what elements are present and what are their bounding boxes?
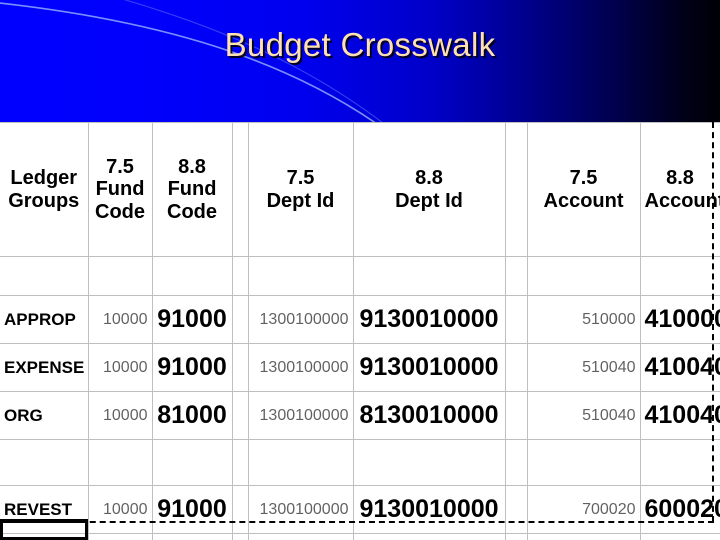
cell-88-fund-code xyxy=(151,256,233,296)
cell-88-dept-id: 9130010000 xyxy=(352,343,506,392)
header-line: Groups xyxy=(8,189,80,212)
cell-88-account xyxy=(639,256,720,296)
page-title: Budget Crosswalk xyxy=(224,26,496,63)
cell-spacer-1 xyxy=(231,343,249,392)
cell-75-fund-code: 10000 xyxy=(87,343,153,392)
header-88-account: 8.8 Account xyxy=(639,122,720,257)
cell-88-account xyxy=(639,439,720,486)
selection-marquee-bottom xyxy=(0,521,714,523)
header-line: Code xyxy=(95,200,145,223)
cell-ledger-group xyxy=(0,256,89,296)
gridline-stub xyxy=(248,523,249,540)
crosswalk-table: Ledger Groups 7.5 Fund Code 8.8 Fund Cod… xyxy=(0,122,720,534)
cell-88-fund-code: 81000 xyxy=(151,391,233,440)
table-row: EXPENSE 10000 91000 1300100000 913001000… xyxy=(0,343,720,392)
cell-spacer-1 xyxy=(231,256,249,296)
cell-75-account xyxy=(526,256,641,296)
cell-88-account: 410040 xyxy=(639,391,720,440)
header-spacer-1 xyxy=(231,122,249,257)
cell-spacer-1 xyxy=(231,295,249,344)
gridline-stub xyxy=(527,523,528,540)
cell-75-fund-code xyxy=(87,256,153,296)
gridline-stub xyxy=(505,523,506,540)
header-line: Account xyxy=(644,189,720,212)
title-banner: Budget Crosswalk xyxy=(0,0,720,122)
cell-88-fund-code: 91000 xyxy=(151,295,233,344)
cell-88-dept-id: 9130010000 xyxy=(352,295,506,344)
cell-spacer-2 xyxy=(504,343,528,392)
below-grid-stubs xyxy=(0,523,720,540)
header-88-fund-code: 8.8 Fund Code xyxy=(151,122,233,257)
crosswalk-table-container: Ledger Groups 7.5 Fund Code 8.8 Fund Cod… xyxy=(0,122,720,534)
header-line: Account xyxy=(543,189,624,212)
selection-marquee-right xyxy=(712,122,714,522)
cell-75-account: 510040 xyxy=(526,343,641,392)
header-88-dept-id: 8.8 Dept Id xyxy=(352,122,506,257)
slide-canvas: Budget Crosswalk Ledger Groups 7.5 Fund … xyxy=(0,0,720,540)
cell-75-account: 510040 xyxy=(526,391,641,440)
header-line: 7.5 xyxy=(569,167,598,190)
cell-75-account: 510000 xyxy=(526,295,641,344)
header-line: 7.5 xyxy=(286,167,315,190)
cell-ledger-group: EXPENSE xyxy=(0,343,89,392)
header-line: 8.8 xyxy=(415,167,443,190)
header-line: Dept Id xyxy=(395,189,463,212)
gridline-stub xyxy=(353,523,354,540)
header-spacer-2 xyxy=(504,122,528,257)
cell-spacer-1 xyxy=(231,439,249,486)
cell-88-dept-id xyxy=(352,439,506,486)
cell-spacer-2 xyxy=(504,256,528,296)
header-75-dept-id: 7.5 Dept Id xyxy=(247,122,354,257)
cell-75-dept-id xyxy=(247,439,354,486)
cell-88-fund-code xyxy=(151,439,233,486)
header-line: 7.5 xyxy=(106,155,134,178)
cell-88-dept-id: 8130010000 xyxy=(352,391,506,440)
active-cell-outline[interactable] xyxy=(0,519,88,540)
cell-88-fund-code: 91000 xyxy=(151,343,233,392)
table-row: ORG 10000 81000 1300100000 8130010000 51… xyxy=(0,391,720,440)
cell-75-dept-id: 1300100000 xyxy=(247,391,354,440)
cell-75-fund-code xyxy=(87,439,153,486)
cell-spacer-2 xyxy=(504,439,528,486)
header-line: Dept Id xyxy=(266,189,335,212)
cell-spacer-1 xyxy=(231,391,249,440)
cell-88-account: 410040 xyxy=(639,343,720,392)
cell-ledger-group: ORG xyxy=(0,391,89,440)
cell-75-dept-id xyxy=(247,256,354,296)
header-line: 8.8 xyxy=(666,167,694,190)
header-line: 8.8 xyxy=(178,155,206,178)
table-body: APPROP 10000 91000 1300100000 9130010000… xyxy=(0,256,720,534)
gridline-stub xyxy=(232,523,233,540)
cell-75-fund-code: 10000 xyxy=(87,295,153,344)
cell-75-dept-id: 1300100000 xyxy=(247,295,354,344)
table-row xyxy=(0,256,720,296)
header-line: Fund xyxy=(95,178,145,201)
gridline-stub xyxy=(88,523,89,540)
cell-ledger-group: APPROP xyxy=(0,295,89,344)
header-ledger-groups: Ledger Groups xyxy=(0,122,89,257)
cell-75-dept-id: 1300100000 xyxy=(247,343,354,392)
table-header-row: Ledger Groups 7.5 Fund Code 8.8 Fund Cod… xyxy=(0,122,720,257)
cell-88-dept-id xyxy=(352,256,506,296)
header-line: Fund xyxy=(167,178,217,201)
cell-spacer-2 xyxy=(504,391,528,440)
header-line: Code xyxy=(167,200,217,223)
header-line: Ledger xyxy=(10,167,78,190)
header-75-account: 7.5 Account xyxy=(526,122,641,257)
cell-spacer-2 xyxy=(504,295,528,344)
table-row: APPROP 10000 91000 1300100000 9130010000… xyxy=(0,295,720,344)
cell-88-account: 410000 xyxy=(639,295,720,344)
header-75-fund-code: 7.5 Fund Code xyxy=(87,122,153,257)
gridline-stub xyxy=(640,523,641,540)
cell-75-account xyxy=(526,439,641,486)
cell-ledger-group xyxy=(0,439,89,486)
gridline-stub xyxy=(152,523,153,540)
table-row xyxy=(0,439,720,486)
cell-75-fund-code: 10000 xyxy=(87,391,153,440)
